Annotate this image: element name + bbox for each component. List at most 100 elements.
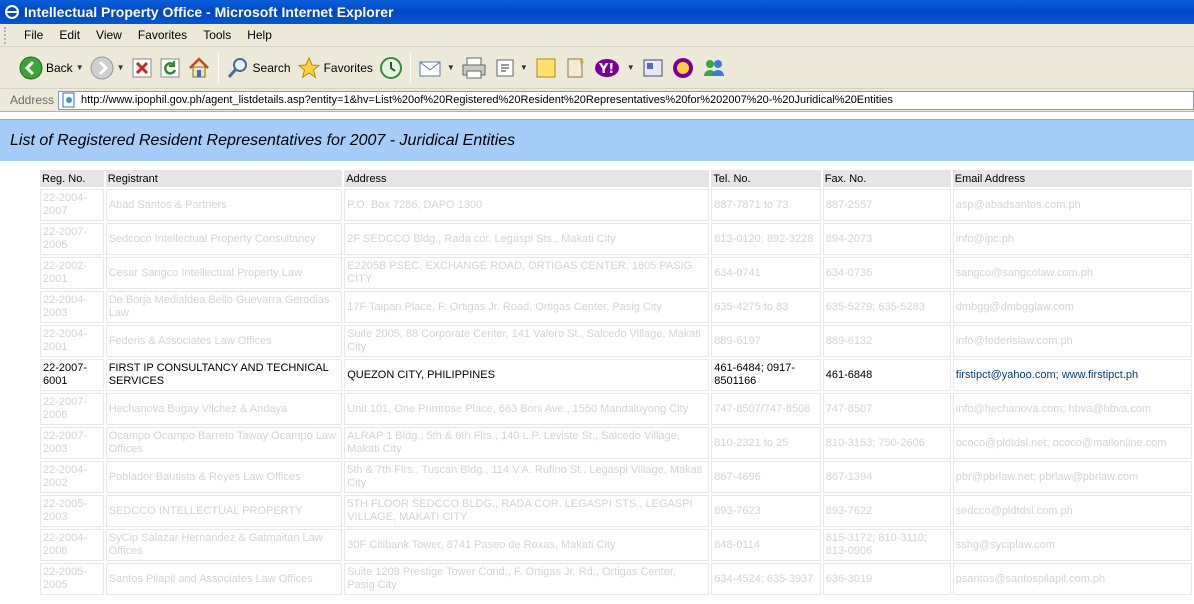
menu-tools[interactable]: Tools [195,28,239,42]
yahoo-icon: Y! [594,58,619,77]
table-row: 22-2005-2005 Santos Pilapil and Associat… [40,563,1192,595]
search-icon [227,57,247,78]
news-button[interactable] [638,51,668,85]
refresh-icon [160,58,180,77]
email[interactable]: sangco@sangcolaw.com.ph [952,257,1192,289]
email[interactable]: firstipct@yahoo.com; www.firstipct.ph [952,359,1192,391]
mail-icon [419,61,441,76]
column-header-registrant: Registrant [105,170,343,187]
reg-no: 22-2004-2001 [40,325,104,357]
title-bar: Intellectual Property Office - Microsoft… [0,0,1194,24]
address: Suite 2005, 88 Corporate Center, 141 Val… [344,325,710,357]
discuss-button[interactable] [531,51,561,85]
research-icon [567,58,584,77]
address: P.O. Box 7286, DAPO 1300 [344,189,710,221]
page-header: List of Registered Resident Representati… [0,119,1194,161]
reg-no: 22-2004-2008 [40,529,104,561]
stop-icon [132,58,152,77]
address-url[interactable]: http://www.ipophil.gov.ph/agent_listdeta… [81,94,893,106]
note-icon [536,58,556,77]
yahoo-messenger-icon [672,57,693,78]
home-button[interactable] [184,51,214,85]
table-row-highlighted: 22-2007-6001 FIRST IP CONSULTANCY AND TE… [40,359,1192,391]
tel-no: 889-6197 [711,325,821,357]
address: Unit 101, One Primrose Place, 663 Boni A… [344,393,710,425]
tel-no: 893-7623 [711,495,821,527]
address: 2F SEDCCO Bldg., Rada cor. Legaspi Sts.,… [344,223,710,255]
edit-button[interactable]: ▼ [490,51,531,85]
search-button[interactable]: Search [223,51,294,85]
table-row: 22-2007-2006 Hechanova Bugay Vilchez & A… [40,393,1192,425]
fax-no: 815-3172; 810-3110; 813-0906 [822,529,951,561]
print-button[interactable] [458,51,490,85]
registrant: Sedcoco Intellectual Property Consultanc… [105,223,343,255]
fax-no: 894-2073 [822,223,951,255]
back-dropdown-icon[interactable]: ▼ [76,63,84,72]
table-row: 22-2004-2001 Federis & Associates Law Of… [40,325,1192,357]
registrant: SEDCCO INTELLECTUAL PROPERTY [105,495,343,527]
menu-help[interactable]: Help [239,28,280,42]
email[interactable]: pbr@pbrlaw.net; pbrlaw@pbrlaw.com [952,461,1192,493]
msn-messenger-button[interactable] [698,51,730,85]
edit-page-icon [496,59,514,76]
edit-dropdown-icon[interactable]: ▼ [520,63,528,72]
menu-edit[interactable]: Edit [51,28,88,42]
refresh-button[interactable] [156,51,184,85]
email[interactable]: sedcco@pldtdsl.com.ph [952,495,1192,527]
email[interactable]: sshg@syciplaw.com [952,529,1192,561]
email[interactable]: ococo@pldtdsl.net; ococo@mailonline.com [952,427,1192,459]
email[interactable]: psantos@santospilapil.com.ph [952,563,1192,595]
menu-favorites[interactable]: Favorites [130,28,195,42]
mail-button[interactable]: ▼ [415,51,458,85]
fax-no: 867-1394 [822,461,951,493]
favorites-button[interactable]: Favorites [294,51,376,85]
history-button[interactable] [376,51,406,85]
address: QUEZON CITY, PHILIPPINES [344,359,710,391]
tel-no: 461-6484; 0917-8501166 [711,359,821,391]
stop-button[interactable] [128,51,156,85]
research-button[interactable] [561,51,591,85]
tel-no: 634-4524; 635-3937 [711,563,821,595]
column-header-address: Address [344,170,710,187]
email[interactable]: dmbgg@dmbgglaw.com [952,291,1192,323]
forward-arrow-icon [90,56,114,79]
address: ALRAP 1 Bldg., 5th & 6th Flrs., 140 L.P.… [344,427,710,459]
yahoo-button[interactable]: Y! ▼ [591,51,638,85]
reg-no: 22-2005-2003 [40,495,104,527]
page-icon [62,92,75,108]
email[interactable]: info@ipc.ph [952,223,1192,255]
address-input[interactable]: http://www.ipophil.gov.ph/agent_listdeta… [58,90,1194,110]
tel-no: 867-4696 [711,461,821,493]
registrant: Abad Santos & Partners [105,189,343,221]
forward-button[interactable]: ▼ [87,51,128,85]
news-icon [643,59,663,76]
mail-dropdown-icon[interactable]: ▼ [447,63,455,72]
yahoo-dropdown-icon[interactable]: ▼ [627,63,635,72]
fax-no: 889-6132 [822,325,951,357]
tel-no: 634-0741 [711,257,821,289]
registrant: Santos Pilapil and Associates Law Office… [105,563,343,595]
address: E2205B PSEC, EXCHANGE ROAD, ORTIGAS CENT… [344,257,710,289]
email[interactable]: asp@abadsantos.com.ph [952,189,1192,221]
email[interactable]: info@federislaw.com.ph [952,325,1192,357]
forward-dropdown-icon[interactable]: ▼ [117,63,125,72]
column-header-reg-no: Reg. No. [40,170,104,187]
email[interactable]: info@hechanova.com; hbva@hbva.com [952,393,1192,425]
page-title: List of Registered Resident Representati… [10,131,516,149]
menu-view[interactable]: View [88,28,130,42]
yahoo-messenger-button[interactable] [668,51,698,85]
menu-bar: File Edit View Favorites Tools Help [0,24,1194,47]
menu-file[interactable]: File [16,28,51,42]
back-arrow-icon [19,56,43,79]
tel-no: 813-0120; 892-3228 [711,223,821,255]
reg-no: 22-2004-2003 [40,291,104,323]
page-content: List of Registered Resident Representati… [0,112,1194,604]
table-row: 22-2005-2003 SEDCCO INTELLECTUAL PROPERT… [40,495,1192,527]
back-button[interactable]: Back ▼ [16,51,87,85]
tel-no: 810-2321 to 25 [711,427,821,459]
registrant: Cesar Sangco Intellectual Property Law [105,257,343,289]
tel-no: 747-8507/747-8508 [711,393,821,425]
window-title: Intellectual Property Office - Microsoft… [24,4,394,20]
reg-no: 22-2005-2005 [40,563,104,595]
menu-grip [4,26,10,44]
